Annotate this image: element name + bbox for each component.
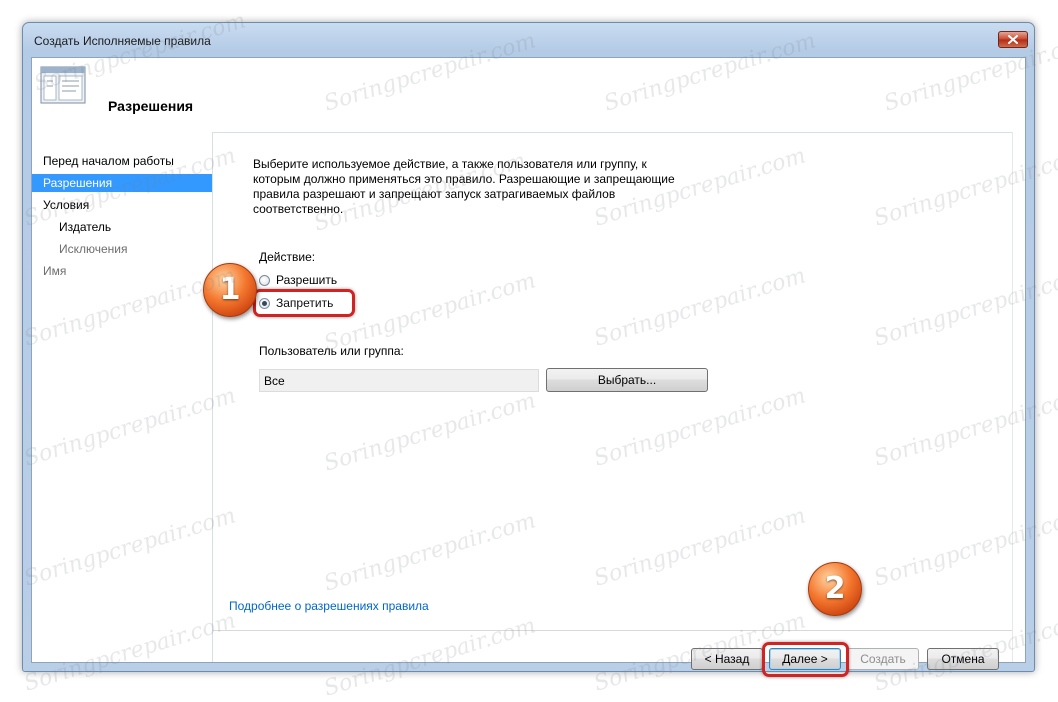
sidebar-item-exceptions[interactable]: Исключения bbox=[32, 240, 212, 258]
user-group-field[interactable]: Все bbox=[259, 369, 539, 392]
sidebar-item-permissions[interactable]: Разрешения bbox=[32, 174, 212, 192]
rules-window-icon bbox=[40, 66, 86, 104]
action-label: Действие: bbox=[259, 250, 316, 264]
wizard-header: Разрешения bbox=[32, 58, 1025, 133]
permissions-help-link[interactable]: Подробнее о разрешениях правила bbox=[229, 599, 429, 613]
sidebar-item-before-you-begin[interactable]: Перед началом работы bbox=[32, 152, 212, 170]
next-highlight-frame bbox=[762, 642, 849, 677]
allow-radio-label: Разрешить bbox=[276, 273, 338, 287]
callout-badge-2: 2 bbox=[808, 562, 862, 616]
back-button[interactable]: < Назад bbox=[691, 648, 763, 670]
wizard-content: Выберите используемое действие, а также … bbox=[213, 132, 1013, 677]
window-title: Создать Исполняемые правила bbox=[34, 34, 211, 48]
allow-radio-option[interactable]: Разрешить bbox=[259, 271, 337, 289]
cancel-button[interactable]: Отмена bbox=[927, 648, 999, 670]
page-title: Разрешения bbox=[108, 98, 194, 114]
wizard-client-area: Разрешения Перед началом работы Разрешен… bbox=[31, 57, 1026, 677]
deny-highlight-frame bbox=[253, 289, 355, 317]
title-bar[interactable]: Создать Исполняемые правила bbox=[23, 23, 1034, 57]
create-button[interactable]: Создать bbox=[847, 648, 919, 670]
instruction-text: Выберите используемое действие, а также … bbox=[253, 157, 675, 216]
user-group-label: Пользователь или группа: bbox=[259, 344, 404, 358]
allow-radio[interactable] bbox=[259, 274, 270, 286]
content-scroll-strip bbox=[1012, 132, 1025, 662]
wizard-steps-sidebar: Перед началом работы Разрешения Условия … bbox=[32, 132, 213, 662]
sidebar-item-name[interactable]: Имя bbox=[32, 262, 212, 280]
sidebar-item-publisher[interactable]: Издатель bbox=[32, 218, 212, 236]
close-icon bbox=[1008, 35, 1018, 44]
sidebar-item-conditions[interactable]: Условия bbox=[32, 196, 212, 214]
callout-badge-1: 1 bbox=[203, 263, 257, 317]
wizard-window: Создать Исполняемые правила Разрешения П… bbox=[22, 22, 1035, 677]
select-user-button[interactable]: Выбрать... bbox=[546, 368, 708, 392]
footer-divider bbox=[213, 630, 1013, 631]
close-button[interactable] bbox=[998, 31, 1028, 48]
